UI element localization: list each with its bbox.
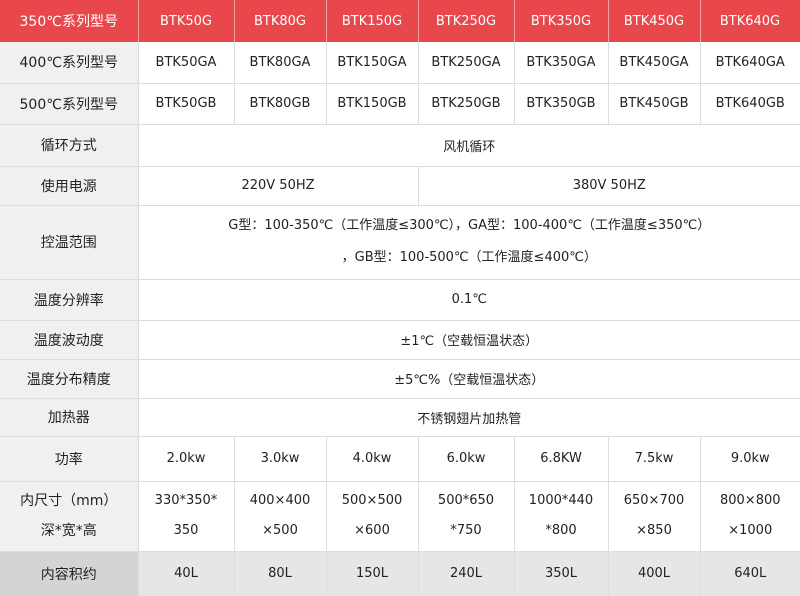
row-label: 加热器	[0, 398, 138, 436]
temp-range-line-2: ，GB型：100-500℃（工作温度≤400℃）	[139, 242, 800, 274]
power-row: 功率 2.0kw 3.0kw 4.0kw 6.0kw 6.8KW 7.5kw 9…	[0, 436, 800, 481]
volume-cell: 240L	[418, 551, 514, 596]
volume-cell: 640L	[700, 551, 800, 596]
model-cell: BTK450GB	[608, 83, 700, 124]
power-supply-row: 使用电源 220V 50HZ 380V 50HZ	[0, 166, 800, 205]
fluctuation-row: 温度波动度 ±1℃（空载恒温状态）	[0, 320, 800, 359]
inner-size-line-1: 800×800	[701, 486, 800, 516]
model-cell: BTK50GA	[138, 42, 234, 83]
volume-cell: 80L	[234, 551, 326, 596]
model-cell: BTK80GA	[234, 42, 326, 83]
resolution-value: 0.1℃	[138, 279, 800, 320]
inner-size-line-2: *800	[515, 516, 608, 546]
uniformity-row: 温度分布精度 ±5℃%（空载恒温状态）	[0, 359, 800, 398]
inner-size-cell: 1000*440 *800	[514, 481, 608, 551]
inner-size-line-2: *750	[419, 516, 514, 546]
row-label: 功率	[0, 436, 138, 481]
model-cell: BTK50GB	[138, 83, 234, 124]
volume-cell: 150L	[326, 551, 418, 596]
volume-row: 内容积约 40L 80L 150L 240L 350L 400L 640L	[0, 551, 800, 596]
model-cell: BTK350G	[514, 0, 608, 42]
heater-row: 加热器 不锈钢翅片加热管	[0, 398, 800, 436]
inner-size-line-1: 400×400	[235, 486, 326, 516]
inner-size-cell: 500×500 ×600	[326, 481, 418, 551]
inner-size-line-1: 1000*440	[515, 486, 608, 516]
inner-size-line-2: ×500	[235, 516, 326, 546]
row-500-series: 500℃系列型号 BTK50GB BTK80GB BTK150GB BTK250…	[0, 83, 800, 124]
inner-size-line-1: 500*650	[419, 486, 514, 516]
model-cell: BTK350GB	[514, 83, 608, 124]
row-label: 控温范围	[0, 205, 138, 279]
model-cell: BTK150GB	[326, 83, 418, 124]
row-label: 温度分辨率	[0, 279, 138, 320]
resolution-row: 温度分辨率 0.1℃	[0, 279, 800, 320]
uniformity-value: ±5℃%（空载恒温状态）	[138, 359, 800, 398]
row-label: 温度分布精度	[0, 359, 138, 398]
row-label: 内容积约	[0, 551, 138, 596]
power-supply-380: 380V 50HZ	[418, 166, 800, 205]
temp-range-value: G型：100-350℃（工作温度≤300℃），GA型：100-400℃（工作温度…	[138, 205, 800, 279]
inner-size-cell: 800×800 ×1000	[700, 481, 800, 551]
model-cell: BTK250GB	[418, 83, 514, 124]
power-cell: 2.0kw	[138, 436, 234, 481]
circulation-row: 循环方式 风机循环	[0, 124, 800, 166]
inner-size-cell: 650×700 ×850	[608, 481, 700, 551]
inner-size-row: 内尺寸（mm） 深*宽*高 330*350* 350 400×400 ×500 …	[0, 481, 800, 551]
power-cell: 3.0kw	[234, 436, 326, 481]
power-cell: 6.8KW	[514, 436, 608, 481]
row-400-series: 400℃系列型号 BTK50GA BTK80GA BTK150GA BTK250…	[0, 42, 800, 83]
volume-cell: 400L	[608, 551, 700, 596]
model-cell: BTK640GB	[700, 83, 800, 124]
fluctuation-value: ±1℃（空载恒温状态）	[138, 320, 800, 359]
model-cell: BTK350GA	[514, 42, 608, 83]
model-cell: BTK80G	[234, 0, 326, 42]
circulation-value: 风机循环	[138, 124, 800, 166]
power-cell: 6.0kw	[418, 436, 514, 481]
power-cell: 9.0kw	[700, 436, 800, 481]
power-cell: 4.0kw	[326, 436, 418, 481]
model-cell: BTK150G	[326, 0, 418, 42]
row-label: 内尺寸（mm） 深*宽*高	[0, 481, 138, 551]
heater-value: 不锈钢翅片加热管	[138, 398, 800, 436]
model-cell: BTK640GA	[700, 42, 800, 83]
inner-size-cell: 330*350* 350	[138, 481, 234, 551]
header-row-350: 350℃系列型号 BTK50G BTK80G BTK150G BTK250G B…	[0, 0, 800, 42]
inner-size-cell: 400×400 ×500	[234, 481, 326, 551]
inner-size-cell: 500*650 *750	[418, 481, 514, 551]
model-cell: BTK640G	[700, 0, 800, 42]
power-cell: 7.5kw	[608, 436, 700, 481]
model-cell: BTK450G	[608, 0, 700, 42]
power-supply-220: 220V 50HZ	[138, 166, 418, 205]
inner-size-label-line-1: 内尺寸（mm）	[0, 486, 138, 516]
row-label: 400℃系列型号	[0, 42, 138, 83]
model-cell: BTK250G	[418, 0, 514, 42]
inner-size-line-1: 650×700	[609, 486, 700, 516]
row-label: 使用电源	[0, 166, 138, 205]
volume-cell: 350L	[514, 551, 608, 596]
model-cell: BTK80GB	[234, 83, 326, 124]
inner-size-line-1: 330*350*	[139, 486, 234, 516]
row-label: 温度波动度	[0, 320, 138, 359]
model-cell: BTK250GA	[418, 42, 514, 83]
spec-table: 350℃系列型号 BTK50G BTK80G BTK150G BTK250G B…	[0, 0, 800, 596]
model-cell: BTK450GA	[608, 42, 700, 83]
inner-size-line-2: ×850	[609, 516, 700, 546]
row-label: 循环方式	[0, 124, 138, 166]
inner-size-line-2: 350	[139, 516, 234, 546]
inner-size-line-1: 500×500	[327, 486, 418, 516]
inner-size-line-2: ×1000	[701, 516, 800, 546]
model-cell: BTK150GA	[326, 42, 418, 83]
row-label: 500℃系列型号	[0, 83, 138, 124]
inner-size-line-2: ×600	[327, 516, 418, 546]
temp-range-line-1: G型：100-350℃（工作温度≤300℃），GA型：100-400℃（工作温度…	[139, 210, 800, 242]
header-label: 350℃系列型号	[0, 0, 138, 42]
inner-size-label-line-2: 深*宽*高	[0, 516, 138, 546]
volume-cell: 40L	[138, 551, 234, 596]
temp-range-row: 控温范围 G型：100-350℃（工作温度≤300℃），GA型：100-400℃…	[0, 205, 800, 279]
model-cell: BTK50G	[138, 0, 234, 42]
